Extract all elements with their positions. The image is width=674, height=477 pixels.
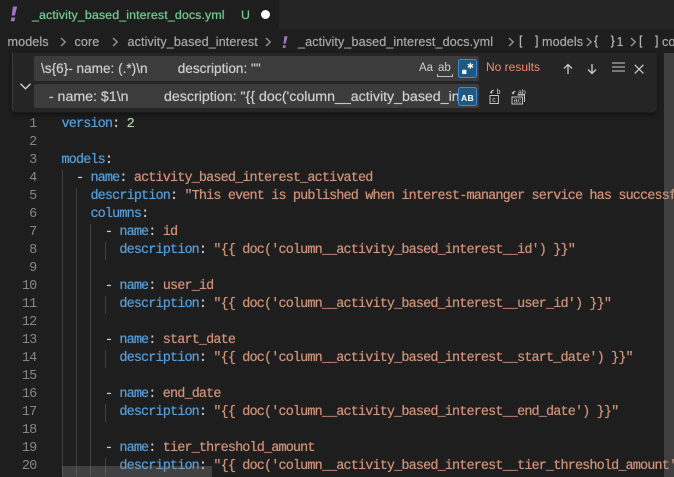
svg-text:c: c	[492, 97, 496, 104]
svg-text:ac: ac	[514, 98, 522, 105]
svg-text:b: b	[497, 89, 501, 96]
svg-text:ab: ab	[518, 90, 526, 97]
